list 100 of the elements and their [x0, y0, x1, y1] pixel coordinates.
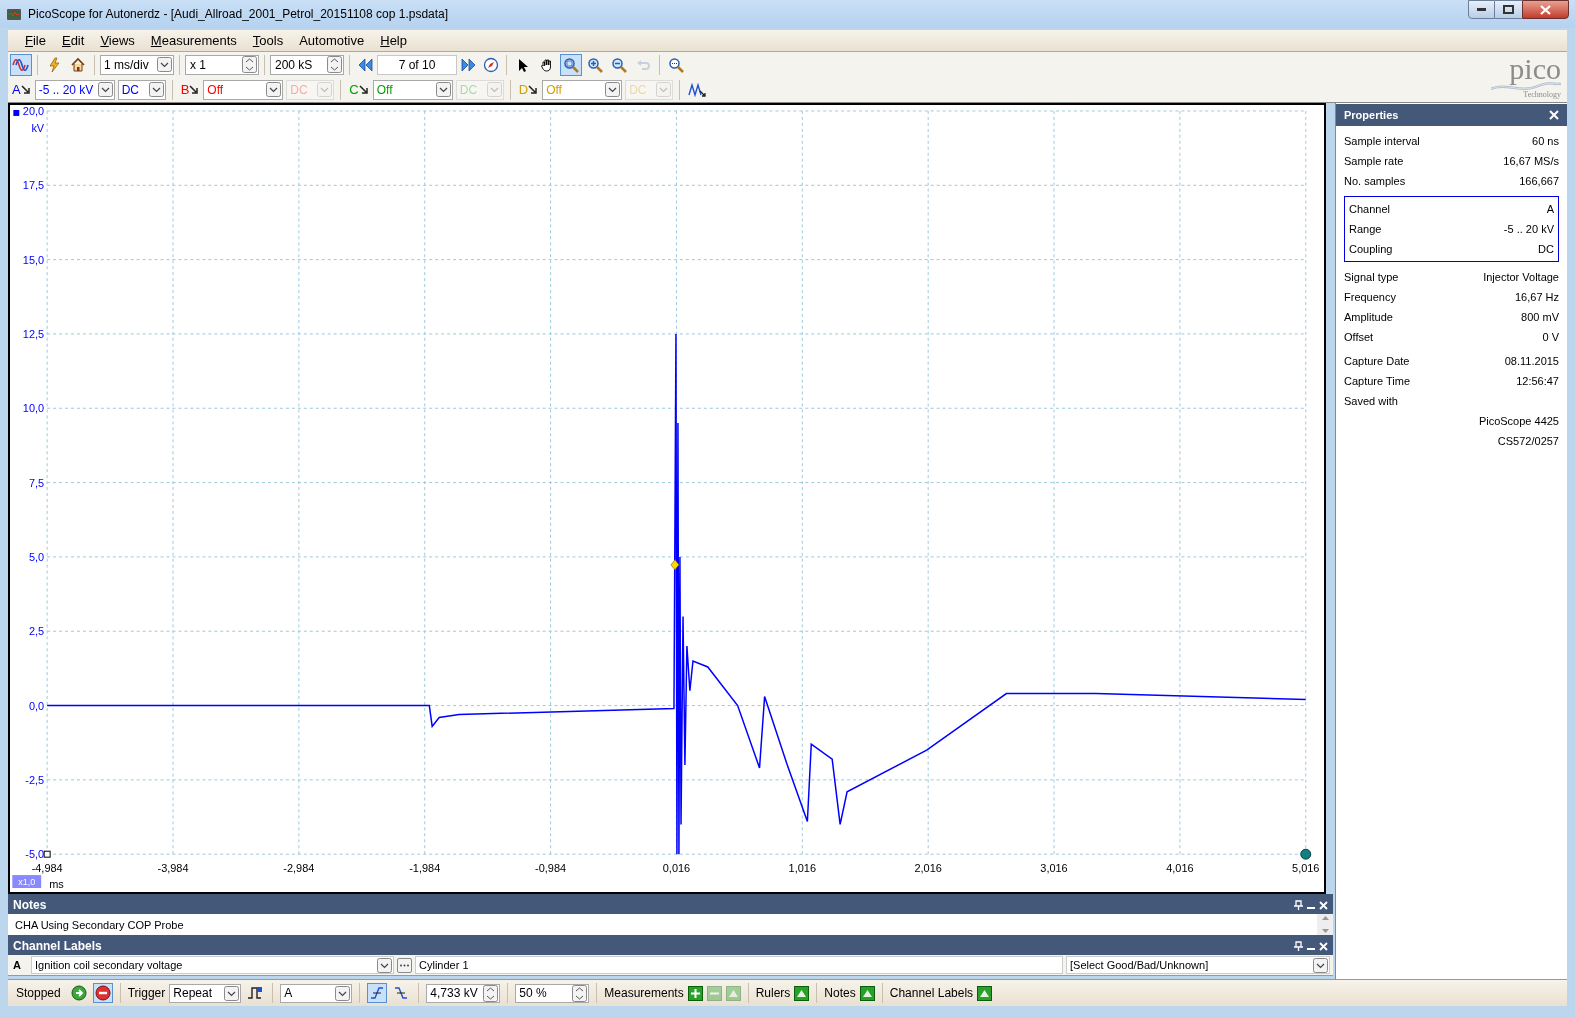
- arrow-icon: [189, 85, 199, 94]
- coupling-dropdown[interactable]: DC: [117, 79, 166, 100]
- trigger-mode-dropdown[interactable]: Repeat: [169, 983, 242, 1003]
- spin-arrows-icon: [327, 56, 342, 73]
- window-title: PicoScope for Autonerdz - [Audi_Allroad_2001_Petrol_20151108 cop 1.psdata]: [28, 6, 449, 23]
- close-icon: [1540, 4, 1551, 15]
- x-axis-unit: ms: [49, 878, 64, 890]
- buffer-field[interactable]: 7 of 10: [377, 54, 457, 75]
- zoom-overview-icon: [668, 56, 684, 73]
- arrow-icon: [358, 85, 368, 94]
- property-label: Channel: [1349, 201, 1391, 217]
- property-label: Sample rate: [1344, 153, 1405, 169]
- property-label: Sample interval: [1344, 133, 1421, 149]
- x-axis-label: 3,016: [1040, 862, 1068, 875]
- add-button[interactable]: [687, 985, 703, 1001]
- y-axis-label: 17,5: [22, 179, 45, 192]
- zoom-select-tool-button[interactable]: [560, 53, 582, 76]
- maximize-button[interactable]: [1495, 0, 1522, 19]
- rising-edge-button[interactable]: [367, 983, 388, 1003]
- menu-item[interactable]: Measurements: [143, 30, 244, 51]
- range-dropdown[interactable]: Off: [203, 79, 284, 100]
- waveform-icon: [12, 57, 30, 72]
- restore-icon: [1503, 5, 1514, 14]
- app-icon: [6, 6, 22, 22]
- pane-title: Channel Labels: [13, 938, 103, 955]
- caret-icon: [335, 985, 351, 1001]
- minimize-button[interactable]: [1468, 0, 1495, 19]
- range-dropdown[interactable]: Off: [372, 79, 453, 100]
- more-button[interactable]: [397, 957, 412, 973]
- x-axis-label: 5,016: [1292, 862, 1320, 875]
- show-pane-button[interactable]: [794, 985, 810, 1001]
- menu-item[interactable]: Edit: [54, 30, 92, 51]
- menu-item[interactable]: File: [18, 30, 53, 51]
- pin-icon[interactable]: [1294, 900, 1303, 910]
- channel-label-dropdown[interactable]: Ignition coil secondary voltage: [31, 956, 394, 974]
- scrollbar[interactable]: [1317, 914, 1333, 935]
- menu-item[interactable]: Views: [93, 30, 142, 51]
- arrow-icon: [20, 85, 30, 94]
- pulse-icon: [247, 985, 264, 1001]
- channel-letter: A: [12, 957, 22, 973]
- channel-button[interactable]: B: [178, 79, 201, 100]
- property-value: 166,667: [1519, 173, 1559, 189]
- y-axis-unit: kV: [31, 121, 45, 134]
- property-value: 16,67 MS/s: [1503, 153, 1559, 169]
- label-name-field[interactable]: Cylinder 1: [415, 956, 1063, 974]
- show-pane-button[interactable]: [977, 985, 993, 1001]
- menu-item[interactable]: Tools: [245, 30, 291, 51]
- property-value: A: [1546, 201, 1554, 217]
- pane-title: Notes: [13, 897, 48, 914]
- show-pane-button[interactable]: [859, 985, 875, 1001]
- close-icon[interactable]: [1319, 941, 1328, 951]
- scope-mode-button[interactable]: [10, 53, 32, 76]
- property-value: 800 mV: [1521, 309, 1559, 325]
- x-axis-label: 1,016: [788, 862, 816, 875]
- trigger-source-dropdown[interactable]: A: [280, 983, 353, 1003]
- caret-icon: [157, 57, 172, 72]
- pre-trigger-spinbox[interactable]: 50 %: [515, 983, 590, 1003]
- ruler-handle-icon[interactable]: [1300, 848, 1312, 860]
- arrow-icon: [528, 85, 538, 94]
- zoom-spinbox[interactable]: x 1: [185, 54, 259, 75]
- close-icon[interactable]: [1319, 900, 1328, 910]
- run-button[interactable]: [68, 983, 89, 1003]
- spin-arrows-icon: [483, 984, 499, 1002]
- spin-arrows-icon: [242, 56, 257, 73]
- range-dropdown[interactable]: -5 .. 20 kV: [34, 79, 115, 100]
- triangle-up-icon: [725, 985, 741, 1001]
- property-value: 0 V: [1542, 329, 1559, 345]
- trigger-label: Trigger: [127, 985, 166, 1002]
- y-axis-label: 15,0: [22, 253, 45, 266]
- x-axis-label: 2,016: [914, 862, 942, 875]
- y-axis-label: 10,0: [22, 402, 45, 415]
- y-axis-label: 2,5: [28, 625, 45, 638]
- lightning-icon: [47, 56, 61, 73]
- close-icon[interactable]: [1549, 110, 1559, 120]
- logo-subtitle: Technology: [1523, 89, 1561, 99]
- property-label: Frequency: [1344, 289, 1397, 305]
- property-label: Offset: [1344, 329, 1375, 345]
- x-axis-label: 0,016: [662, 862, 691, 875]
- caret-icon: [148, 82, 164, 97]
- pin-icon[interactable]: [1294, 941, 1303, 951]
- close-button[interactable]: [1522, 0, 1569, 19]
- threshold-spinbox[interactable]: 4,733 kV: [426, 983, 501, 1003]
- double-right-arrow-icon: [461, 56, 477, 73]
- triangle-up-icon: [859, 985, 875, 1001]
- property-value: 60 ns: [1532, 133, 1559, 149]
- verdict-dropdown[interactable]: [Select Good/Bad/Unknown]: [1066, 956, 1330, 974]
- triangle-up-icon: [794, 985, 810, 1001]
- property-value: CS572/0257: [1497, 433, 1559, 449]
- property-value: 12:56:47: [1516, 373, 1559, 389]
- play-icon: [70, 985, 87, 1001]
- menu-item[interactable]: Automotive: [292, 30, 372, 51]
- samples-spinbox[interactable]: 200 kS: [270, 54, 344, 75]
- x-axis-label: -0,984: [535, 862, 567, 875]
- menu-item[interactable]: Help: [373, 30, 414, 51]
- caret-icon: [605, 82, 621, 97]
- channel-button[interactable]: A: [10, 79, 32, 100]
- timebase-dropdown[interactable]: 1 ms/div: [100, 54, 174, 75]
- pane-title: Properties: [1344, 107, 1400, 123]
- stop-button[interactable]: [92, 983, 113, 1003]
- property-value: Injector Voltage: [1483, 269, 1559, 285]
